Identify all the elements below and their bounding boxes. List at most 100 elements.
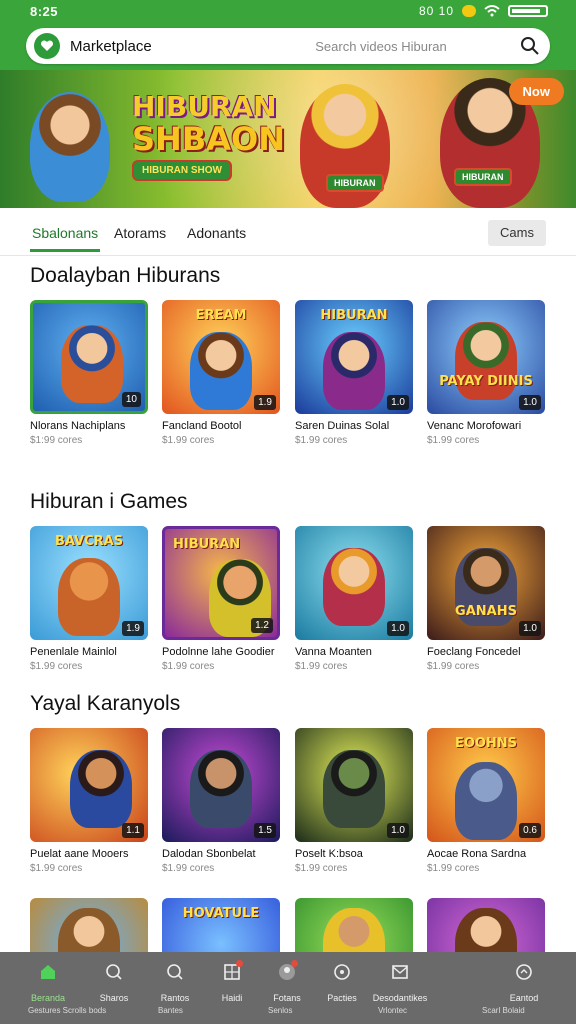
game-card[interactable]: 1.0 Vanna Moanten $1.99 cores [295, 526, 413, 672]
rating-badge: 1.9 [254, 395, 276, 410]
tab-sbalonans[interactable]: Sbalonans [29, 225, 101, 252]
game-character [323, 332, 385, 410]
game-thumbnail: 1.0 [295, 526, 413, 640]
banner-title-line1: HIBURAN [132, 90, 277, 123]
game-title: Vanna Moanten [295, 646, 372, 658]
nav-footer-text: Gestures Scrolls bods [28, 1006, 107, 1015]
section-title: Hiburan i Games [30, 490, 188, 513]
game-price: $1.99 cores [162, 661, 215, 672]
game-thumbnail: 10 [30, 300, 148, 414]
game-thumbnail: 1.5 [162, 728, 280, 842]
game-art-title: HOVATULE [182, 906, 260, 921]
nav-label: Rantos [160, 993, 190, 1003]
rating-badge: 0.6 [519, 823, 541, 838]
game-thumbnail: HIBURAN 1.2 [162, 526, 280, 640]
game-price: $1.99 cores [295, 863, 348, 874]
nav-label: Eantod [509, 993, 539, 1003]
game-title: Podolnne lahe Goodier [162, 646, 275, 658]
search-icon[interactable] [520, 36, 540, 56]
game-price: $1.99 cores [427, 661, 480, 672]
game-card[interactable]: GANAHS 1.0 Foeclang Foncedel $1.99 cores [427, 526, 545, 672]
heart-icon [40, 40, 54, 51]
game-character [61, 325, 123, 403]
game-art-title: PAYAY DIINIS [439, 374, 533, 389]
promo-banner[interactable]: HIBURAN SHBAON HIBURAN SHOW HIBURAN HIBU… [0, 70, 576, 208]
section-title: Doalayban Hiburans [30, 264, 221, 287]
game-thumbnail: 1.1 [30, 728, 148, 842]
game-card[interactable]: BAVCRAS 1.9 Penenlale Mainlol $1.99 core… [30, 526, 148, 672]
app-logo [34, 33, 60, 59]
game-thumbnail: PAYAY DIINIS 1.0 [427, 300, 545, 414]
nav-item-pacties[interactable]: Pacties [310, 962, 374, 1003]
section-title: Yayal Karanyols [30, 692, 181, 715]
game-character [323, 750, 385, 828]
rating-badge: 1.0 [387, 621, 409, 636]
game-card[interactable]: 1.5 Dalodan Sbonbelat $1.99 cores [162, 728, 280, 874]
status-bar: 8:25 80 10 [0, 0, 576, 24]
nav-item-home[interactable]: Beranda [16, 962, 80, 1003]
banner-tagline: HIBURAN SHOW [132, 160, 232, 181]
nav-label: Pacties [327, 993, 357, 1003]
nav-item-rantos[interactable]: Rantos [143, 962, 207, 1003]
games-button[interactable]: Cams [488, 220, 546, 246]
nav-footer-text: Vrlontec [378, 1006, 408, 1015]
nav-label: Sharos [99, 993, 129, 1003]
game-thumbnail: EREAM 1.9 [162, 300, 280, 414]
status-time: 8:25 [30, 4, 59, 19]
game-price: $1.99 cores [295, 435, 348, 446]
game-price: $1.99 cores [295, 661, 348, 672]
game-card[interactable]: HIBURAN 1.2 Podolnne lahe Goodier $1.99 … [162, 526, 280, 672]
game-title: Penenlale Mainlol [30, 646, 117, 658]
game-price: $1.99 cores [162, 435, 215, 446]
nav-item-sharos[interactable]: Sharos [82, 962, 146, 1003]
nav-item-desodantikes[interactable]: Desodantikes [368, 962, 432, 1003]
app-title: Marketplace [70, 38, 152, 55]
game-art-title: EREAM [195, 308, 247, 323]
game-title: Puelat aane Mooers [30, 848, 129, 860]
game-character [70, 750, 132, 828]
nav-label: Beranda [30, 993, 66, 1003]
chat-icon [516, 964, 532, 980]
banner-cta-button[interactable]: Now [508, 78, 564, 105]
search-input[interactable]: Search videos Hiburan [246, 39, 516, 54]
rating-badge: 1.9 [122, 621, 144, 636]
nav-footer: Gestures Scrolls bods Bantes Senlos Vrlo… [0, 1006, 576, 1020]
game-thumbnail: 1.0 [295, 728, 413, 842]
game-character [455, 762, 517, 840]
coin-icon [462, 5, 476, 17]
info-icon [334, 964, 350, 980]
game-card[interactable]: EREAM 1.9 Fancland Bootol $1.99 cores [162, 300, 280, 446]
game-card[interactable]: EOOHNS 0.6 Aocae Rona Sardna $1.99 cores [427, 728, 545, 874]
game-art-title: HIBURAN [320, 308, 388, 323]
rating-badge: 1.5 [254, 823, 276, 838]
game-card[interactable]: HIBURAN 1.0 Saren Duinas Solal $1.99 cor… [295, 300, 413, 446]
home-icon [41, 965, 55, 979]
search-bar[interactable]: Marketplace Search videos Hiburan [26, 28, 550, 64]
nav-item-eantod[interactable]: Eantod [492, 962, 556, 1003]
wifi-icon [484, 5, 500, 17]
tab-adonants[interactable]: Adonants [187, 225, 246, 241]
tab-atorams[interactable]: Atorams [114, 225, 166, 241]
game-art-title: BAVCRAS [54, 534, 124, 549]
game-title: Dalodan Sbonbelat [162, 848, 256, 860]
rating-badge: 1.2 [251, 618, 273, 633]
game-price: $1:99 cores [30, 435, 83, 446]
game-title: Aocae Rona Sardna [427, 848, 527, 860]
game-card[interactable]: 1.1 Puelat aane Mooers $1.99 cores [30, 728, 148, 874]
rating-badge: 1.0 [519, 395, 541, 410]
notification-dot [291, 960, 298, 967]
game-card[interactable]: 1.0 Poselt K:bsoa $1.99 cores [295, 728, 413, 874]
notification-dot [236, 960, 243, 967]
game-title: Fancland Bootol [162, 420, 242, 432]
rating-badge: 1.0 [387, 823, 409, 838]
game-card[interactable]: PAYAY DIINIS 1.0 Venanc Morofowari $1.99… [427, 300, 545, 446]
game-thumbnail: EOOHNS 0.6 [427, 728, 545, 842]
game-price: $1.99 cores [30, 863, 83, 874]
rating-badge: 1.0 [519, 621, 541, 636]
rating-badge: 10 [121, 392, 141, 407]
banner-character-label: HIBURAN [326, 174, 384, 192]
banner-title: HIBURAN SHBAON HIBURAN SHOW [132, 90, 285, 182]
game-card[interactable]: 10 Nlorans Nachiplans $1:99 cores [30, 300, 148, 446]
game-character [323, 548, 385, 626]
status-indicators: 80 10 [419, 4, 548, 18]
